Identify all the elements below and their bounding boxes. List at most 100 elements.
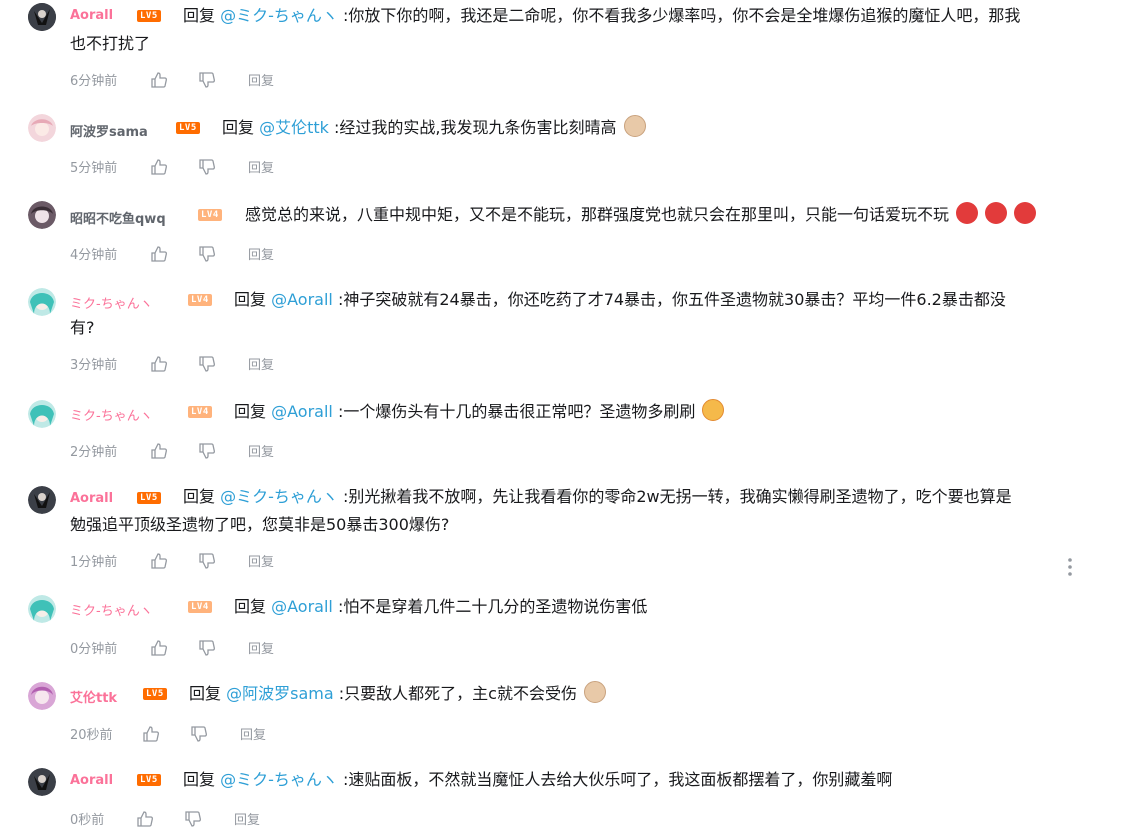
more-vertical-icon[interactable]: [1064, 556, 1076, 578]
reply-content: 感觉总的来说，八重中规中矩，又不是不能玩，那群强度党也就只会在那里叫，只能一句话…: [245, 201, 1115, 229]
thumbs-up-icon[interactable]: [136, 810, 154, 828]
reply-text-cont: 勉强追平顶级圣遗物了吧，您莫非是50暴击300爆伤?: [70, 515, 450, 534]
avatar[interactable]: [28, 400, 56, 428]
reply-item: Aorall LV5 回复 @ミク-ちゃんヽ :速贴面板，不然就当魔怔人去给大伙…: [0, 766, 1124, 832]
reply-meta: 3分钟前 回复: [70, 354, 274, 373]
username[interactable]: ミク-ちゃんヽ: [70, 293, 153, 312]
timestamp: 4分钟前: [70, 248, 118, 263]
reply-prefix: 回复: [183, 770, 216, 789]
thumbs-up-icon[interactable]: [150, 552, 168, 570]
mention-link[interactable]: @艾伦ttk: [259, 118, 329, 137]
thumbs-down-icon[interactable]: [198, 442, 216, 460]
reply-text-cont: 也不打扰了: [70, 34, 151, 53]
username[interactable]: 昭昭不吃鱼qwq: [70, 208, 166, 227]
reply-button[interactable]: 回复: [248, 551, 274, 570]
timestamp: 0秒前: [70, 813, 105, 828]
level-badge: LV4: [198, 209, 222, 221]
reply-button[interactable]: 回复: [248, 441, 274, 460]
mention-link[interactable]: @ミク-ちゃんヽ: [220, 770, 338, 789]
avatar[interactable]: [28, 595, 56, 623]
thumbs-down-icon[interactable]: [198, 245, 216, 263]
thumbs-down-icon[interactable]: [198, 71, 216, 89]
reply-text: :速贴面板，不然就当魔怔人去给大伙乐呵了，我这面板都摆着了，你别藏羞啊: [342, 770, 893, 789]
reply-text: :神子突破就有24暴击，你还吃药了才74暴击，你五件圣遗物就30暴击？平均一件6…: [337, 290, 1006, 309]
reply-content: 回复 @艾伦ttk :经过我的实战,我发现九条伤害比刻晴高: [222, 114, 1102, 142]
thumbs-down-icon[interactable]: [198, 158, 216, 176]
reply-item: 昭昭不吃鱼qwq LV4 感觉总的来说，八重中规中矩，又不是不能玩，那群强度党也…: [0, 199, 1124, 271]
reply-meta: 1分钟前 回复: [70, 551, 274, 570]
mention-link[interactable]: @阿波罗sama: [226, 684, 334, 703]
thumbs-down-icon[interactable]: [184, 810, 202, 828]
avatar[interactable]: [28, 3, 56, 31]
avatar[interactable]: [28, 201, 56, 229]
level-badge: LV5: [176, 122, 200, 134]
reply-button[interactable]: 回复: [248, 157, 274, 176]
timestamp: 1分钟前: [70, 555, 118, 570]
dog-emoji: [584, 681, 607, 703]
reply-item: 艾伦ttk LV5 回复 @阿波罗sama :只要敌人都死了，主c就不会受伤 2…: [0, 680, 1124, 752]
reply-content-line2: 也不打扰了: [70, 30, 150, 58]
avatar[interactable]: [28, 288, 56, 316]
reply-prefix: 回复: [234, 290, 267, 309]
thumbs-down-icon[interactable]: [198, 355, 216, 373]
level-badge: LV4: [188, 601, 212, 613]
reply-text: :别光揪着我不放啊，先让我看看你的零命2w无拐一转，我确实懒得刷圣遗物了，吃个要…: [342, 487, 1012, 506]
thumbs-up-icon[interactable]: [142, 725, 160, 743]
reply-content: 回复 @阿波罗sama :只要敌人都死了，主c就不会受伤: [189, 680, 1109, 708]
thumbs-up-icon[interactable]: [150, 71, 168, 89]
username[interactable]: 艾伦ttk: [70, 687, 117, 706]
thumbs-up-icon[interactable]: [150, 639, 168, 657]
reply-content: 回复 @Aorall :怕不是穿着几件二十几分的圣遗物说伤害低: [234, 593, 1114, 621]
reply-button[interactable]: 回复: [248, 244, 274, 263]
thumbs-up-icon[interactable]: [150, 355, 168, 373]
level-badge: LV5: [137, 774, 161, 786]
reply-prefix: 回复: [189, 684, 222, 703]
avatar[interactable]: [28, 114, 56, 142]
level-badge: LV5: [137, 10, 161, 22]
reply-button[interactable]: 回复: [240, 724, 266, 743]
reply-item: ミク-ちゃんヽ LV4 回复 @Aorall :怕不是穿着几件二十几分的圣遗物说…: [0, 593, 1124, 665]
reply-item: ミク-ちゃんヽ LV4 回复 @Aorall :一个爆伤头有十几的暴击很正常吧？…: [0, 398, 1124, 470]
level-badge: LV4: [188, 294, 212, 306]
mention-link[interactable]: @ミク-ちゃんヽ: [220, 6, 338, 25]
username[interactable]: Aorall: [70, 8, 113, 23]
thumbs-down-icon[interactable]: [190, 725, 208, 743]
username[interactable]: Aorall: [70, 773, 113, 788]
reply-content: 回复 @ミク-ちゃんヽ :别光揪着我不放啊，先让我看看你的零命2w无拐一转，我确…: [183, 483, 1113, 511]
reply-text: :你放下你的啊，我还是二命呢，你不看我多少爆率吗，你不会是全堆爆伤追猴的魔怔人吧…: [342, 6, 1021, 25]
reply-content: 回复 @ミク-ちゃんヽ :速贴面板，不然就当魔怔人去给大伙乐呵了，我这面板都摆着…: [183, 766, 1113, 794]
reply-item: Aorall LV5 回复 @ミク-ちゃんヽ :你放下你的啊，我还是二命呢，你不…: [0, 0, 1124, 96]
mention-link[interactable]: @Aorall: [271, 597, 333, 616]
reply-content-line2: 有?: [70, 314, 95, 342]
mention-link[interactable]: @Aorall: [271, 402, 333, 421]
thumbs-down-icon[interactable]: [198, 639, 216, 657]
avatar[interactable]: [28, 768, 56, 796]
username[interactable]: ミク-ちゃんヽ: [70, 600, 153, 619]
reply-prefix: 回复: [222, 118, 255, 137]
reply-button[interactable]: 回复: [248, 70, 274, 89]
reply-prefix: 回复: [234, 402, 267, 421]
reply-meta: 4分钟前 回复: [70, 244, 274, 263]
dog-emoji: [623, 115, 646, 137]
reply-button[interactable]: 回复: [248, 638, 274, 657]
avatar[interactable]: [28, 682, 56, 710]
reply-button[interactable]: 回复: [234, 809, 260, 828]
thumbs-up-icon[interactable]: [150, 158, 168, 176]
level-badge: LV4: [188, 406, 212, 418]
mention-link[interactable]: @Aorall: [271, 290, 333, 309]
avatar[interactable]: [28, 486, 56, 514]
reply-button[interactable]: 回复: [248, 354, 274, 373]
thumbs-up-icon[interactable]: [150, 442, 168, 460]
username[interactable]: Aorall: [70, 491, 113, 506]
reply-content: 回复 @Aorall :神子突破就有24暴击，你还吃药了才74暴击，你五件圣遗物…: [234, 286, 1114, 314]
username[interactable]: ミク-ちゃんヽ: [70, 405, 153, 424]
reply-meta: 6分钟前 回复: [70, 70, 274, 89]
thumbs-up-icon[interactable]: [150, 245, 168, 263]
username[interactable]: 阿波罗sama: [70, 121, 148, 140]
reply-content: 回复 @Aorall :一个爆伤头有十几的暴击很正常吧？圣遗物多刷刷: [234, 398, 1114, 426]
angry-emoji: [1014, 202, 1037, 224]
level-badge: LV5: [143, 688, 167, 700]
reply-text: :一个爆伤头有十几的暴击很正常吧？圣遗物多刷刷: [337, 402, 696, 421]
thumbs-down-icon[interactable]: [198, 552, 216, 570]
mention-link[interactable]: @ミク-ちゃんヽ: [220, 487, 338, 506]
